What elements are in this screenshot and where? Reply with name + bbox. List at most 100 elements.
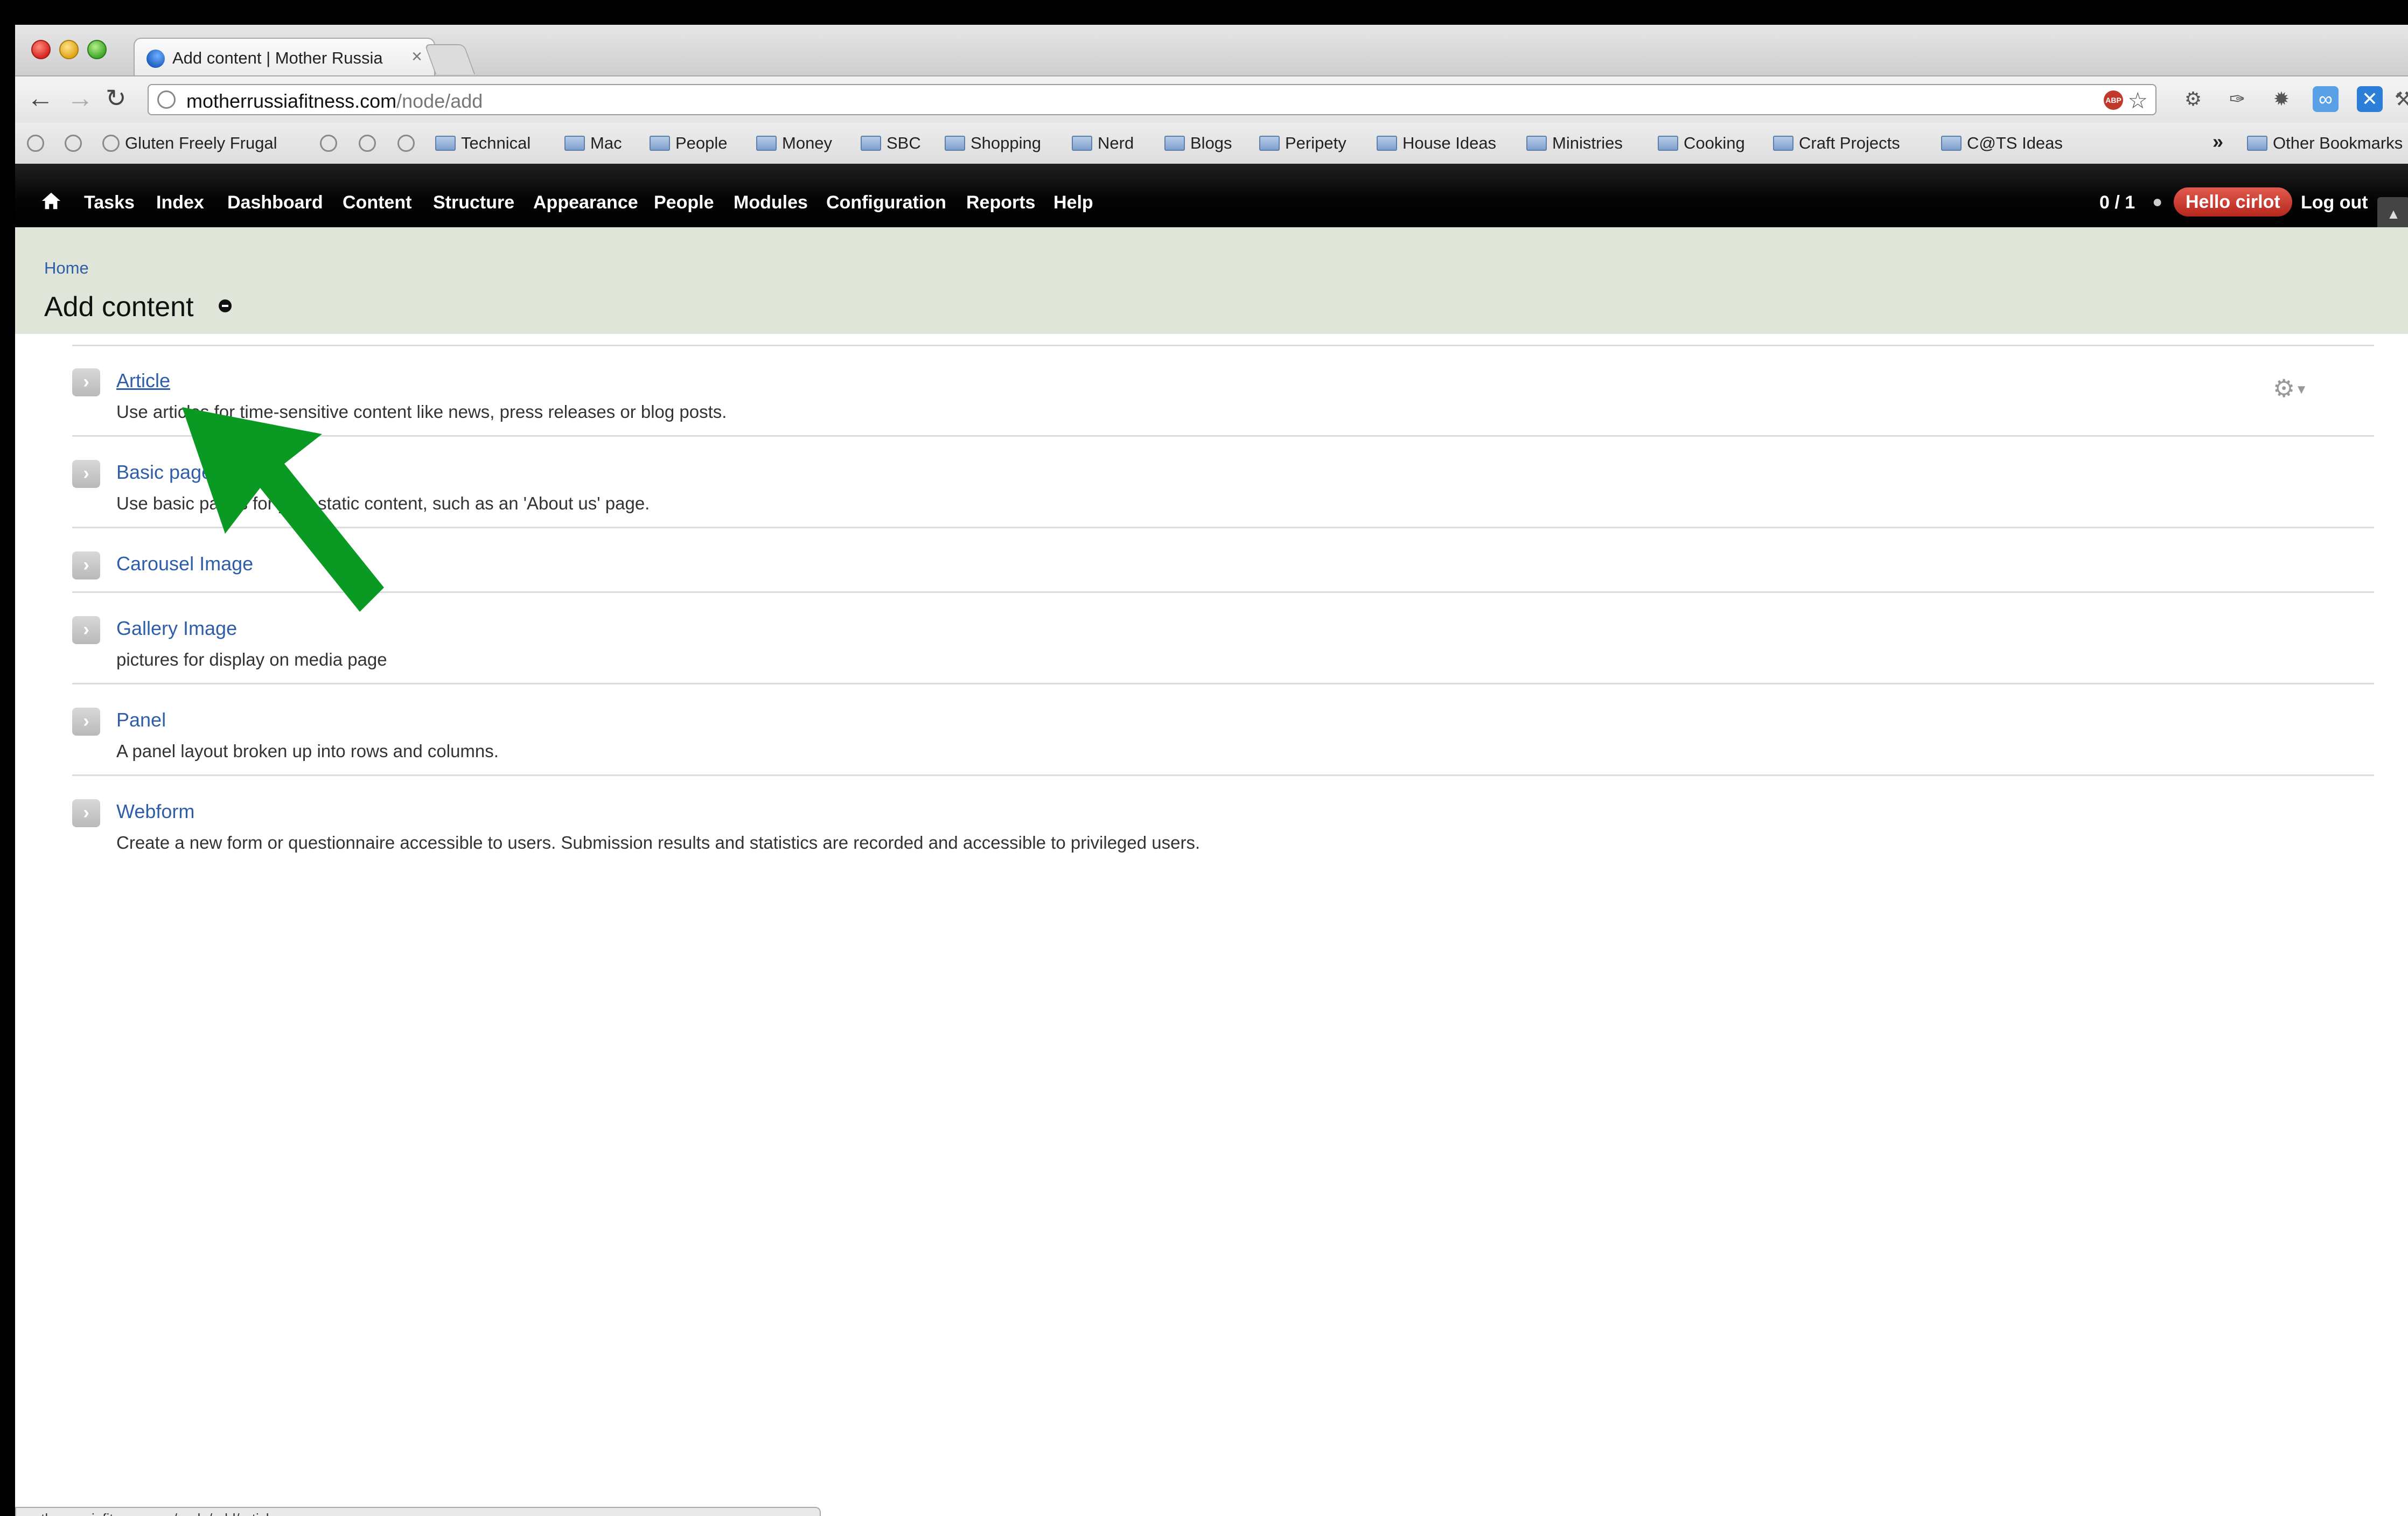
- bookmark-folder[interactable]: Craft Projects: [1773, 134, 1900, 153]
- menu-appearance[interactable]: Appearance: [533, 192, 638, 213]
- chevron-right-icon[interactable]: ›: [72, 460, 100, 488]
- bookmark-folder[interactable]: Cooking: [1658, 134, 1745, 153]
- wrench-icon[interactable]: ⚒: [2390, 86, 2408, 112]
- menu-help[interactable]: Help: [1053, 192, 1093, 213]
- chevron-right-icon[interactable]: ›: [72, 551, 100, 579]
- menu-people[interactable]: People: [654, 192, 714, 213]
- bookmark-folder[interactable]: Peripety: [1259, 134, 1346, 153]
- bookmark-folder[interactable]: Blogs: [1164, 134, 1232, 153]
- bookmark-item[interactable]: Gluten Freely Frugal: [102, 134, 307, 153]
- list-divider: [72, 683, 2374, 684]
- extension-bug-icon[interactable]: ✹: [2269, 86, 2294, 112]
- folder-icon: [1259, 136, 1280, 151]
- remove-shortcut-icon[interactable]: [219, 299, 232, 312]
- bookmark-globe-icon[interactable]: [359, 134, 381, 153]
- back-icon[interactable]: ←: [27, 82, 54, 114]
- chevron-right-icon[interactable]: ›: [72, 616, 100, 644]
- bookmark-folder[interactable]: People: [650, 134, 728, 153]
- forward-icon[interactable]: →: [67, 82, 94, 114]
- arrow-annotation-icon: [182, 407, 384, 612]
- gear-icon[interactable]: ⚙▼: [2273, 374, 2308, 403]
- menu-dashboard[interactable]: Dashboard: [227, 192, 323, 213]
- reload-icon[interactable]: ↻: [106, 82, 127, 114]
- chevron-right-icon[interactable]: ›: [72, 368, 100, 396]
- extension-link-icon[interactable]: ∞: [2313, 86, 2339, 112]
- folder-icon: [1941, 136, 1962, 151]
- bookmark-folder[interactable]: Money: [756, 134, 832, 153]
- content-type-description: A panel layout broken up into rows and c…: [116, 741, 499, 761]
- more-bookmarks-icon[interactable]: »: [2212, 130, 2223, 153]
- bookmark-globe-icon[interactable]: [27, 134, 50, 153]
- bookmark-globe-icon[interactable]: [320, 134, 343, 153]
- bookmark-globe-icon[interactable]: [65, 134, 87, 153]
- bookmark-folder[interactable]: Nerd: [1072, 134, 1134, 153]
- bookmark-folder[interactable]: Technical: [435, 134, 531, 153]
- extension-gear-icon[interactable]: ⚙: [2180, 86, 2206, 112]
- close-window-button[interactable]: [31, 40, 51, 59]
- list-divider: [72, 345, 2374, 346]
- hello-user-badge[interactable]: Hello cirlot: [2174, 187, 2292, 216]
- bookmark-folder[interactable]: C@TS Ideas: [1941, 134, 2063, 153]
- bookmark-folder[interactable]: SBC: [861, 134, 921, 153]
- bookmark-folder[interactable]: Ministries: [1526, 134, 1623, 153]
- bookmark-folder[interactable]: Shopping: [945, 134, 1041, 153]
- extension-x-icon[interactable]: ✕: [2357, 86, 2383, 112]
- extension-brush-icon[interactable]: ✑: [2224, 86, 2250, 112]
- minimize-window-button[interactable]: [59, 40, 79, 59]
- address-url: motherrussiafitness.com/node/add: [186, 90, 483, 112]
- other-bookmarks-folder[interactable]: Other Bookmarks: [2247, 134, 2403, 153]
- list-divider: [72, 591, 2374, 593]
- browser-tab[interactable]: Add content | Mother Russia ×: [134, 38, 435, 75]
- list-divider: [72, 435, 2374, 437]
- address-bar[interactable]: motherrussiafitness.com/node/add ABP ☆: [148, 84, 2156, 115]
- list-divider: [72, 774, 2374, 776]
- menu-configuration[interactable]: Configuration: [826, 192, 946, 213]
- page-title: Add content: [44, 291, 194, 323]
- folder-icon: [2247, 136, 2267, 151]
- page-header: Home Add content: [15, 227, 2408, 334]
- folder-icon: [1773, 136, 1793, 151]
- home-icon[interactable]: [41, 191, 61, 211]
- shortcut-toggle-icon[interactable]: ▲: [2377, 197, 2408, 230]
- drupal-favicon-icon: [146, 50, 165, 68]
- menu-content[interactable]: Content: [343, 192, 411, 213]
- bookmarks-bar: Gluten Freely Frugal Technical Mac Peopl…: [15, 123, 2408, 165]
- users-icon: ●: [2152, 192, 2163, 211]
- menu-modules[interactable]: Modules: [734, 192, 808, 213]
- folder-icon: [1072, 136, 1092, 151]
- breadcrumb-home[interactable]: Home: [44, 259, 89, 278]
- folder-icon: [945, 136, 965, 151]
- folder-icon: [435, 136, 456, 151]
- globe-icon: [157, 90, 176, 109]
- bookmark-folder[interactable]: Mac: [564, 134, 622, 153]
- chevron-right-icon[interactable]: ›: [72, 799, 100, 827]
- content-type-description: pictures for display on media page: [116, 649, 387, 669]
- star-icon[interactable]: ☆: [2127, 87, 2148, 114]
- admin-toolbar: Tasks Index Dashboard Content Structure …: [15, 164, 2408, 246]
- list-divider: [72, 527, 2374, 528]
- logout-link[interactable]: Log out: [2301, 192, 2368, 213]
- users-online-counter: 0 / 1: [2099, 192, 2135, 213]
- bookmark-globe-icon[interactable]: [397, 134, 420, 153]
- menu-tasks[interactable]: Tasks: [84, 192, 135, 213]
- bookmark-folder[interactable]: House Ideas: [1377, 134, 1496, 153]
- menu-reports[interactable]: Reports: [966, 192, 1035, 213]
- content-type-panel-link[interactable]: Panel: [116, 709, 166, 731]
- tab-close-icon[interactable]: ×: [411, 46, 422, 67]
- menu-index[interactable]: Index: [156, 192, 204, 213]
- browser-window: Add content | Mother Russia × ← → ↻ moth…: [15, 25, 2408, 1516]
- browser-titlebar: Add content | Mother Russia ×: [15, 25, 2408, 75]
- folder-icon: [564, 136, 585, 151]
- status-bar: motherrussiafitness.com/node/add/article: [15, 1507, 821, 1516]
- adblock-icon[interactable]: ABP: [2104, 90, 2123, 110]
- folder-icon: [1377, 136, 1397, 151]
- content-type-article-link[interactable]: Article: [116, 369, 170, 392]
- tab-title: Add content | Mother Russia: [172, 48, 383, 67]
- folder-icon: [1164, 136, 1185, 151]
- menu-structure[interactable]: Structure: [433, 192, 514, 213]
- zoom-window-button[interactable]: [87, 40, 107, 59]
- folder-icon: [1526, 136, 1547, 151]
- folder-icon: [756, 136, 777, 151]
- content-type-webform-link[interactable]: Webform: [116, 800, 194, 823]
- chevron-right-icon[interactable]: ›: [72, 708, 100, 736]
